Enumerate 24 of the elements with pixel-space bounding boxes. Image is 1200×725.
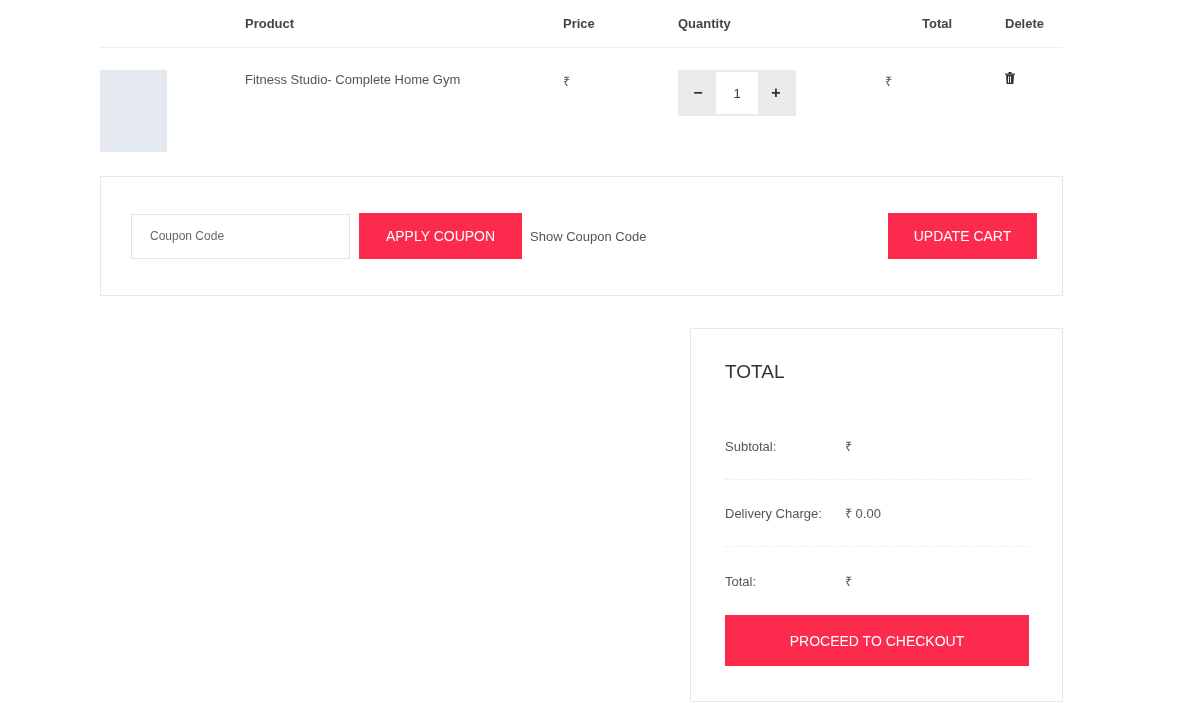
checkout-button[interactable]: PROCEED TO CHECKOUT — [725, 615, 1029, 666]
column-header: Total — [922, 16, 953, 31]
column-header: Product — [245, 16, 296, 31]
summary-value: ₹ — [845, 573, 852, 590]
column-header: Price — [563, 16, 596, 31]
summary-value: ₹ 0.00 — [845, 505, 881, 522]
column-header: Quantity — [678, 16, 732, 31]
summary-label: Subtotal: — [725, 438, 778, 454]
summary-label: Total: — [725, 573, 758, 589]
product-name: Fitness Studio- Complete Home Gym — [245, 72, 462, 87]
delete-icon[interactable] — [1005, 72, 1015, 84]
total-value: ₹ — [885, 73, 893, 90]
summary-label: Delivery Charge: — [725, 505, 823, 521]
summary-value: ₹ — [845, 438, 852, 455]
price-value: ₹ — [563, 73, 571, 90]
totals-title: TOTAL — [725, 361, 786, 383]
coupon-code-field[interactable]: Coupon Code — [131, 213, 350, 259]
show-coupon-code-link[interactable]: Show Coupon Code — [530, 228, 647, 244]
increment-button[interactable]: + — [758, 72, 794, 114]
column-header: Delete — [1005, 16, 1046, 31]
decrement-button[interactable]: − — [680, 72, 716, 114]
apply-coupon-button[interactable]: APPLY COUPON — [359, 213, 522, 259]
quantity-field[interactable]: 1 — [716, 72, 758, 114]
update-cart-button[interactable]: UPDATE CART — [888, 213, 1037, 259]
